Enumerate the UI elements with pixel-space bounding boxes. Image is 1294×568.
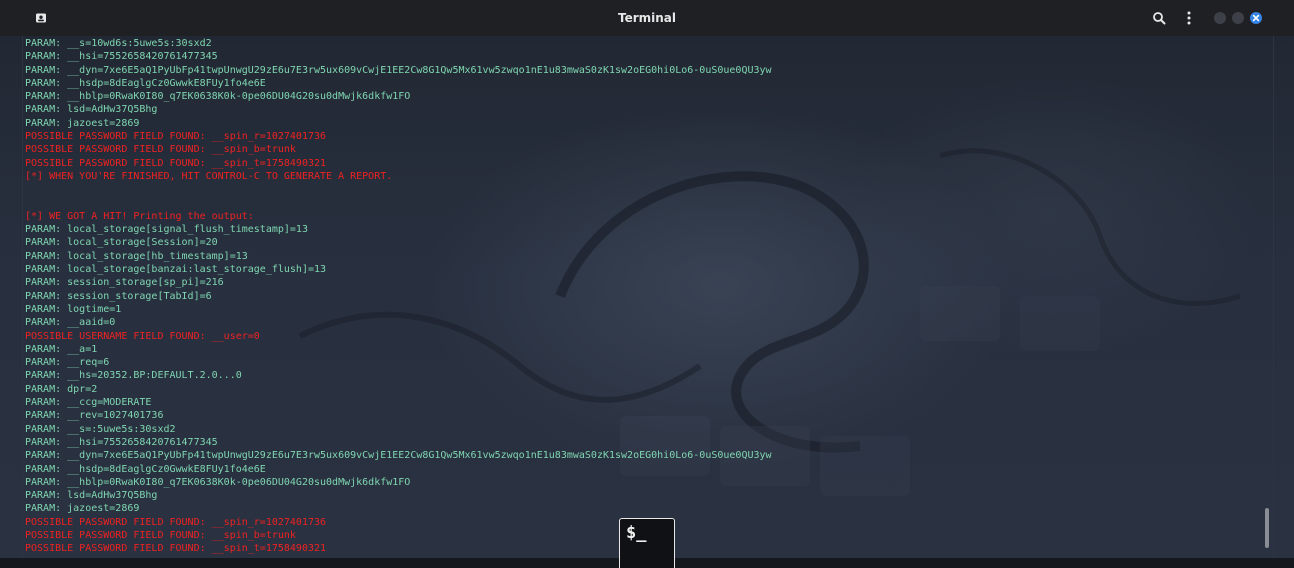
terminal-output[interactable]: PARAM: __s=10wd6s:5uwe5s:30sxd2 PARAM: __… bbox=[25, 37, 1255, 557]
terminal-param-line: PARAM: session_storage[sp_pi]=216 bbox=[25, 277, 224, 289]
terminal-param-line: PARAM: __s=10wd6s:5uwe5s:30sxd2 bbox=[25, 38, 212, 49]
terminal-alert-line: POSSIBLE PASSWORD FIELD FOUND: __spin_t=… bbox=[25, 157, 327, 169]
terminal-alert-line: POSSIBLE PASSWORD FIELD FOUND: __spin_r=… bbox=[25, 131, 327, 143]
terminal-window: Terminal PARAM: __s=10wd6s:5uwe5s:30sxd2… bbox=[0, 0, 1294, 568]
terminal-param-line: PARAM: jazoest=2869 bbox=[25, 503, 140, 515]
terminal-param-line: PARAM: __hblp=0RwaK0I80_q7EK0638K0k-0pe0… bbox=[25, 91, 411, 103]
scrollbar-thumb[interactable] bbox=[1265, 508, 1269, 548]
terminal-param-line: PARAM: lsd=AdHw37Q5Bhg bbox=[25, 490, 158, 502]
terminal-param-line: PARAM: __hsi=7552658420761477345 bbox=[25, 51, 218, 63]
kebab-menu-icon[interactable] bbox=[1183, 11, 1195, 25]
terminal-param-line: PARAM: __aaid=0 bbox=[25, 317, 116, 329]
terminal-param-line: PARAM: __hsi=7552658420761477345 bbox=[25, 436, 218, 448]
close-icon[interactable] bbox=[1250, 12, 1262, 24]
terminal-param-line: PARAM: __hs=20352.BP:DEFAULT.2.0...0 bbox=[25, 370, 242, 382]
terminal-param-line: PARAM: __dyn=7xe6E5aQ1PyUbFp41twpUnwgU29… bbox=[25, 450, 772, 462]
terminal-param-line: PARAM: __req=6 bbox=[25, 357, 110, 369]
dock-terminal-glyph: $_ bbox=[626, 523, 647, 543]
terminal-param-line: PARAM: dpr=2 bbox=[25, 383, 98, 395]
terminal-alert-line: [*] WE GOT A HIT! Printing the output: bbox=[25, 210, 254, 222]
search-icon[interactable] bbox=[1152, 11, 1166, 25]
terminal-param-line: PARAM: __hsdp=8dEaglgCz0GwwkE8FUy1fo4e6E bbox=[25, 77, 266, 89]
terminal-param-line: PARAM: session_storage[TabId]=6 bbox=[25, 290, 212, 302]
terminal-param-line: PARAM: __ccg=MODERATE bbox=[25, 397, 152, 409]
terminal-param-line: PARAM: lsd=AdHw37Q5Bhg bbox=[25, 104, 158, 116]
terminal-param-line: PARAM: __hsdp=8dEaglgCz0GwwkE8FUy1fo4e6E bbox=[25, 463, 266, 475]
terminal-param-line: PARAM: __rev=1027401736 bbox=[25, 410, 164, 422]
terminal-alert-line: POSSIBLE USERNAME FIELD FOUND: __user=0 bbox=[25, 330, 260, 342]
terminal-param-line: PARAM: local_storage[Session]=20 bbox=[25, 237, 218, 249]
terminal-param-line: PARAM: __s=:5uwe5s:30sxd2 bbox=[25, 423, 176, 435]
title-bar[interactable]: Terminal bbox=[0, 0, 1294, 37]
minimize-icon[interactable] bbox=[1214, 12, 1226, 24]
terminal-param-line: PARAM: __dyn=7xe6E5aQ1PyUbFp41twpUnwgU29… bbox=[25, 64, 772, 76]
terminal-viewport[interactable]: PARAM: __s=10wd6s:5uwe5s:30sxd2 PARAM: __… bbox=[0, 36, 1294, 568]
terminal-param-line: PARAM: logtime=1 bbox=[25, 303, 122, 315]
terminal-alert-line: [*] WHEN YOU'RE FINISHED, HIT CONTROL-C … bbox=[25, 170, 393, 182]
terminal-param-line: PARAM: jazoest=2869 bbox=[25, 117, 140, 129]
window-title: Terminal bbox=[617, 11, 677, 25]
terminal-param-line: PARAM: __a=1 bbox=[25, 343, 98, 355]
dock-terminal-icon[interactable]: $_ bbox=[619, 518, 675, 568]
terminal-alert-line: POSSIBLE PASSWORD FIELD FOUND: __spin_b=… bbox=[25, 144, 296, 156]
maximize-icon[interactable] bbox=[1232, 12, 1244, 24]
terminal-param-line: PARAM: local_storage[hb_timestamp]=13 bbox=[25, 250, 248, 262]
terminal-param-line: PARAM: __hblp=0RwaK0I80_q7EK0638K0k-0pe0… bbox=[25, 476, 411, 488]
terminal-app-icon[interactable] bbox=[35, 12, 47, 24]
terminal-param-line: PARAM: local_storage[signal_flush_timest… bbox=[25, 224, 308, 236]
terminal-param-line: PARAM: local_storage[banzai:last_storage… bbox=[25, 264, 327, 276]
